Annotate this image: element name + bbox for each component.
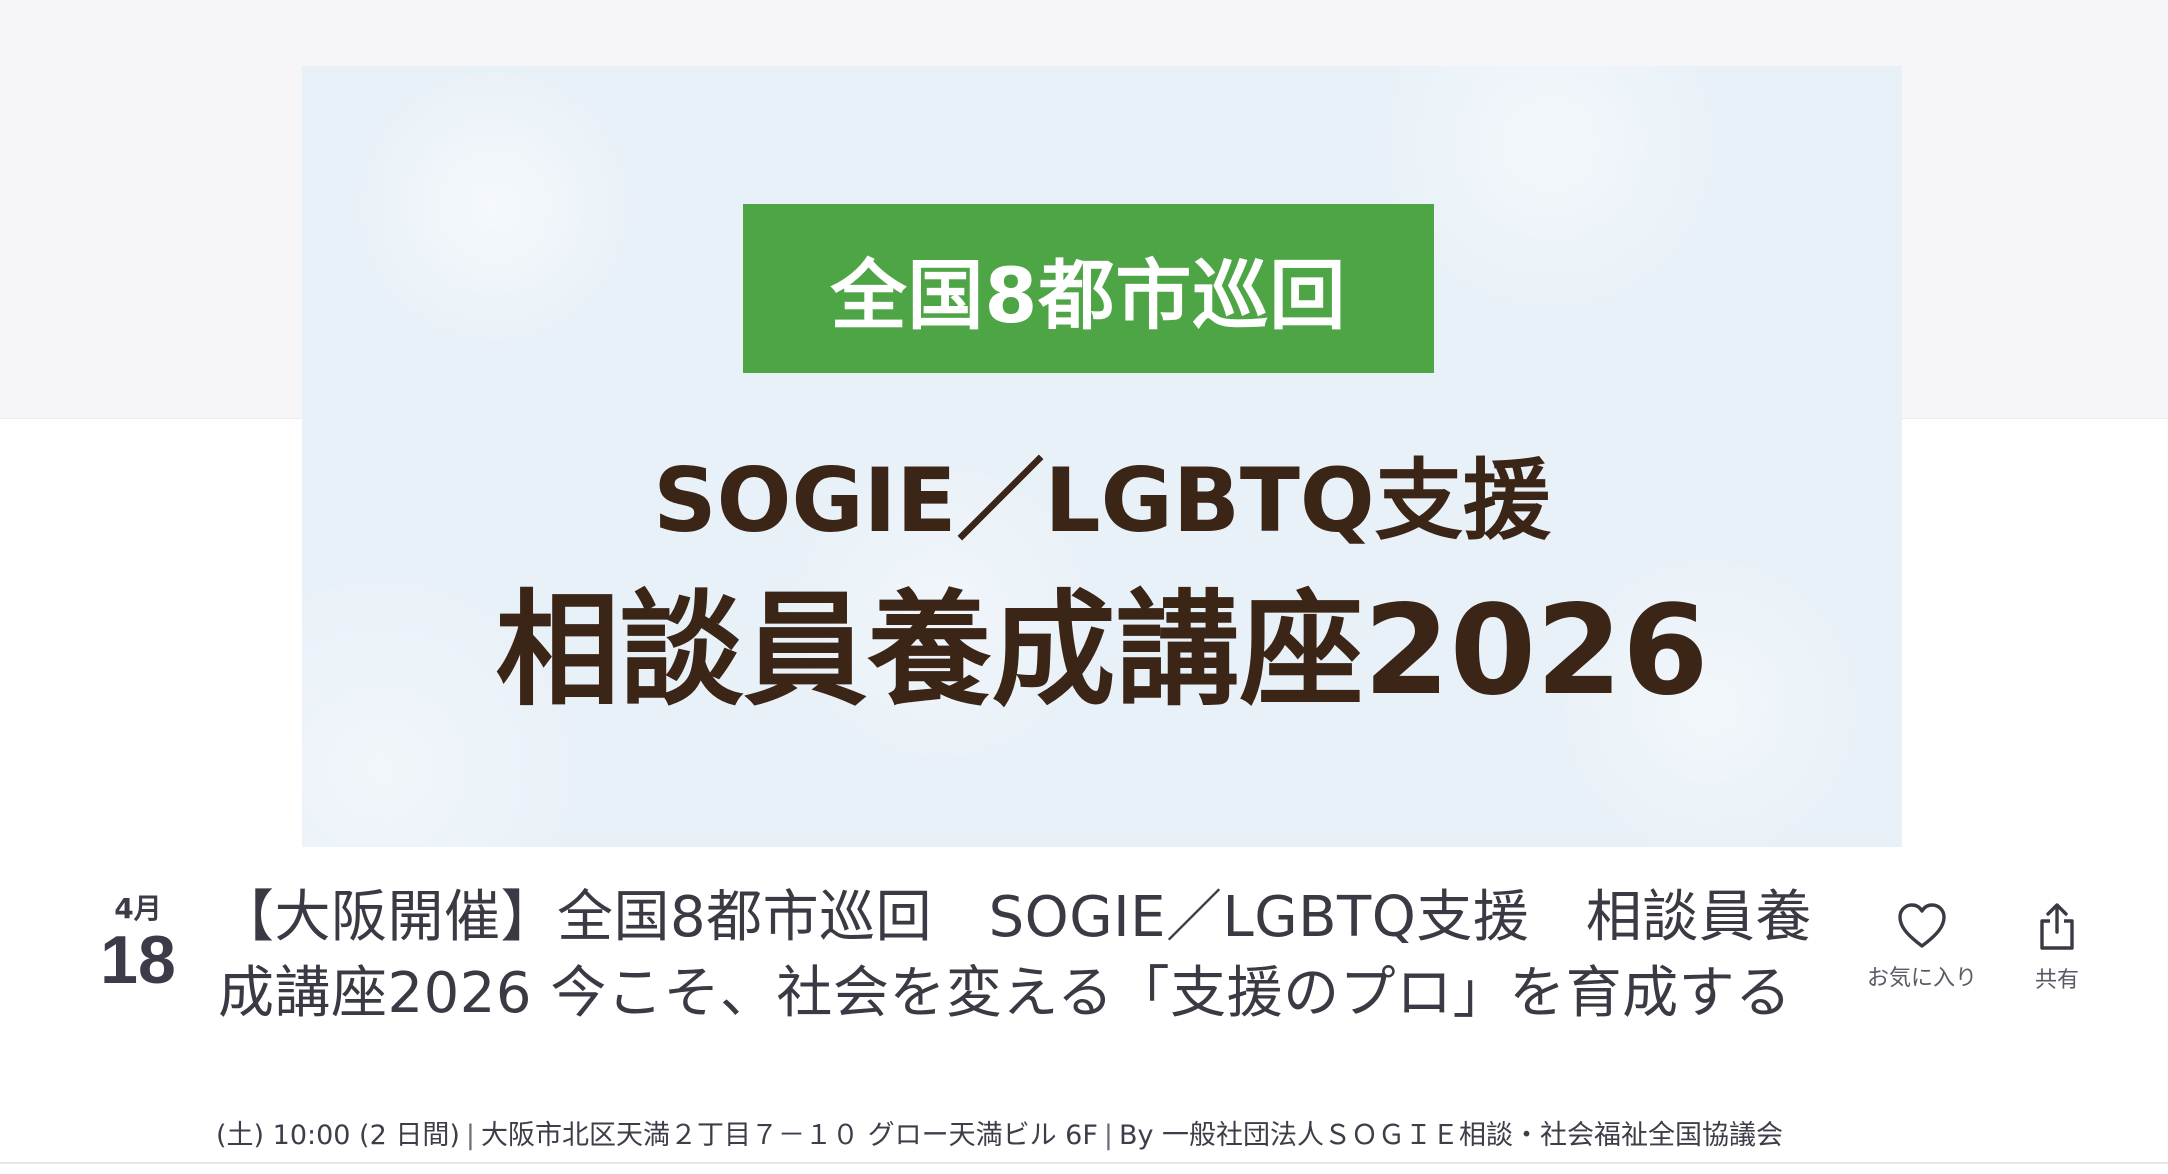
- heart-icon: [1896, 902, 1948, 950]
- event-datetime: (土) 10:00 (2 日間): [216, 1120, 460, 1151]
- banner-subtitle: SOGIE／LGBTQ支援: [653, 449, 1551, 552]
- date-month: 4月: [114, 892, 162, 925]
- share-icon: [2037, 902, 2077, 952]
- share-button[interactable]: 共有: [2017, 902, 2097, 994]
- like-button[interactable]: お気に入り: [1855, 902, 1989, 992]
- event-meta: (土) 10:00 (2 日間) | 大阪市北区天満２丁目７－１０ グロー天満ビル …: [216, 1116, 2096, 1156]
- event-date-badge: 4月 18: [90, 892, 186, 996]
- divider: [0, 1162, 2168, 1164]
- share-label: 共有: [2034, 968, 2079, 993]
- event-title: 【大阪開催】全国8都市巡回 SOGIE／LGBTQ支援 相談員養成講座2026 …: [218, 885, 1812, 1026]
- event-banner-image: 全国8都市巡回 SOGIE／LGBTQ支援 相談員養成講座2026: [302, 66, 1902, 847]
- meta-separator: |: [465, 1120, 475, 1151]
- date-day: 18: [100, 922, 176, 998]
- banner-tag: 全国8都市巡回: [743, 204, 1434, 373]
- meta-separator: |: [1103, 1120, 1113, 1151]
- event-organizer[interactable]: By 一般社団法人ＳＯＧＩＥ相談・社会福祉全国協議会: [1119, 1120, 1783, 1151]
- banner-main-title: 相談員養成講座2026: [495, 579, 1709, 723]
- event-location[interactable]: 大阪市北区天満２丁目７－１０ グロー天満ビル 6F: [481, 1120, 1098, 1151]
- event-actions: お気に入り 共有: [1855, 902, 2095, 1012]
- like-label: お気に入り: [1866, 966, 1977, 991]
